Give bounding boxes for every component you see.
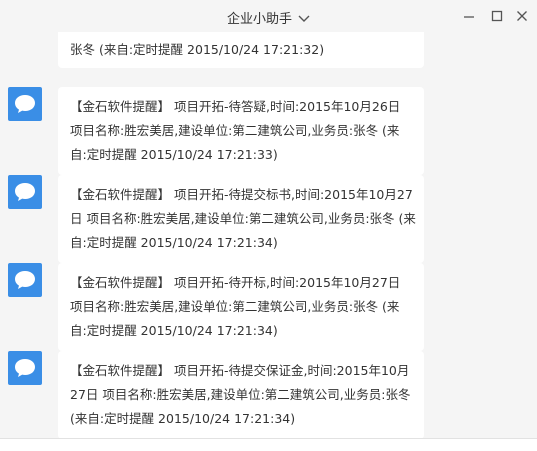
message-bubble[interactable]: 【金石软件提醒】 项目开拓-待提交标书,时间:2015年10月27日 项目名称:… xyxy=(58,175,424,263)
message-list[interactable]: 张冬 (来自:定时提醒 2015/10/24 17:21:32) 【金石软件提醒… xyxy=(0,32,537,439)
input-area-divider xyxy=(0,438,537,451)
message-bubble[interactable]: 【金石软件提醒】 项目开拓-待答疑,时间:2015年10月26日 项目名称:胜宏… xyxy=(58,87,424,175)
chat-bubble-icon[interactable] xyxy=(8,87,42,121)
minimize-icon[interactable] xyxy=(462,8,476,22)
title-bar: 企业小助手 xyxy=(0,0,537,32)
window-title-text[interactable]: 企业小助手 xyxy=(227,12,292,27)
window-title[interactable]: 企业小助手 xyxy=(0,8,537,27)
chat-bubble-icon[interactable] xyxy=(8,351,42,385)
chevron-down-icon[interactable] xyxy=(298,12,310,27)
maximize-icon[interactable] xyxy=(490,8,504,22)
close-icon[interactable] xyxy=(515,8,529,22)
chat-bubble-icon[interactable] xyxy=(8,175,42,209)
chat-bubble-icon[interactable] xyxy=(8,263,42,297)
message-bubble[interactable]: 【金石软件提醒】 项目开拓-待提交保证金,时间:2015年10月27日 项目名称… xyxy=(58,351,424,439)
message-bubble[interactable]: 张冬 (来自:定时提醒 2015/10/24 17:21:32) xyxy=(58,32,424,68)
message-bubble[interactable]: 【金石软件提醒】 项目开拓-待开标,时间:2015年10月27日 项目名称:胜宏… xyxy=(58,263,424,351)
